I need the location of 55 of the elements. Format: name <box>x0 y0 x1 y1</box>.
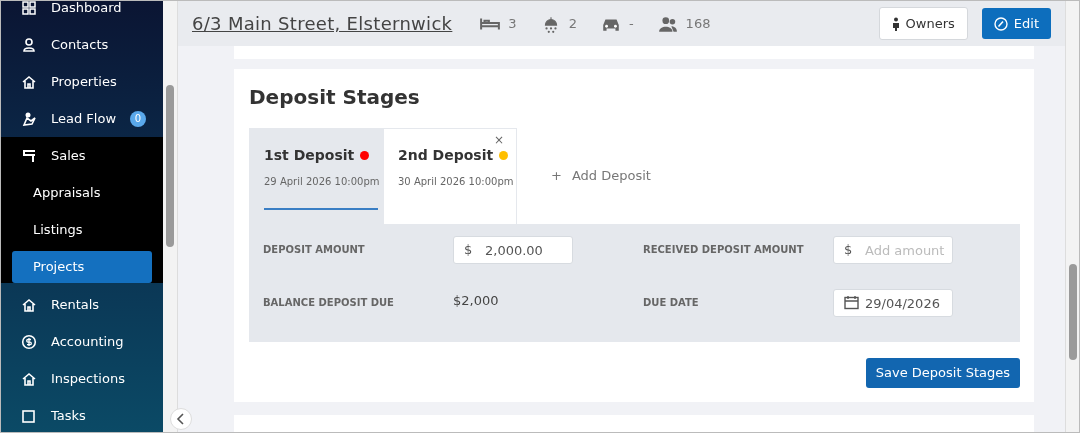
input-field[interactable]: 29/04/2026 <box>833 289 953 317</box>
scrollbar[interactable] <box>163 1 178 432</box>
person-icon <box>21 36 37 53</box>
chevron-left-icon <box>176 413 186 425</box>
house-icon <box>21 296 37 313</box>
save-button[interactable]: Save Deposit Stages <box>865 358 1020 388</box>
grid-icon <box>21 1 37 16</box>
sidebar-item[interactable]: Rentals <box>1 286 163 323</box>
feature-count: 3 <box>508 14 517 33</box>
section-title: Deposit Stages <box>249 85 421 109</box>
field-value: $2,000 <box>453 292 500 310</box>
close-button[interactable]: × <box>493 134 504 146</box>
edit-icon <box>993 16 1008 31</box>
currency-symbol: $ <box>464 242 473 258</box>
currency-symbol: $ <box>844 242 853 258</box>
sidebar-item[interactable]: Accounting <box>1 323 163 360</box>
people-icon <box>657 14 678 33</box>
person-icon <box>21 110 37 127</box>
collapse-sidebar-button[interactable] <box>170 408 192 430</box>
sidebar-item[interactable]: Properties <box>1 63 163 100</box>
sidebar-item[interactable]: Inspections <box>1 360 163 397</box>
sidebar-item[interactable]: Sales <box>1 137 163 174</box>
sidebar-item[interactable]: Listings <box>1 211 163 248</box>
deposit-tab[interactable]: 1st Deposit 29 April 2026 10:00pm <box>249 128 383 224</box>
tab-date: 30 April 2026 10:00pm <box>398 175 515 189</box>
feature-count: 2 <box>568 14 577 33</box>
sidebar-item[interactable]: Appraisals <box>1 174 163 211</box>
field-label: DUE DATE <box>643 296 700 310</box>
sign-icon <box>21 147 37 164</box>
field-label: RECEIVED DEPOSIT AMOUNT <box>643 243 805 257</box>
tab-date: 29 April 2026 10:00pm <box>264 175 381 189</box>
edit-button[interactable]: Edit <box>981 7 1051 40</box>
scrollbar[interactable] <box>1065 1 1079 432</box>
add-deposit-button[interactable]: + Add Deposit <box>545 165 657 187</box>
sidebar-item[interactable]: Contacts <box>1 26 163 63</box>
tab-title: 1st Deposit <box>264 146 355 165</box>
person-icon <box>891 16 900 31</box>
house-icon <box>21 370 37 387</box>
calendar-icon <box>844 295 859 310</box>
deposit-tab[interactable]: 2nd Deposit 30 April 2026 10:00pm × <box>383 128 517 224</box>
field-label: DEPOSIT AMOUNT <box>263 243 366 257</box>
checkbox-icon <box>21 407 37 424</box>
owners-button[interactable]: Owners <box>878 6 968 41</box>
sidebar-item[interactable]: Lead Flow 0 <box>1 100 163 137</box>
property-title[interactable]: 6/3 Main Street, Elsternwick <box>192 10 453 37</box>
feature-count: - <box>628 14 634 33</box>
sidebar-item[interactable]: Dashboard <box>1 1 163 26</box>
tab-title: 2nd Deposit <box>398 146 494 165</box>
count-badge: 0 <box>130 110 147 127</box>
field-label: BALANCE DEPOSIT DUE <box>263 296 395 310</box>
feature-count: 168 <box>685 14 711 33</box>
dollar-icon <box>21 333 37 350</box>
sidebar-item[interactable]: Tasks <box>1 397 163 432</box>
sidebar-item[interactable]: Projects <box>12 251 152 283</box>
house-icon <box>21 73 37 90</box>
